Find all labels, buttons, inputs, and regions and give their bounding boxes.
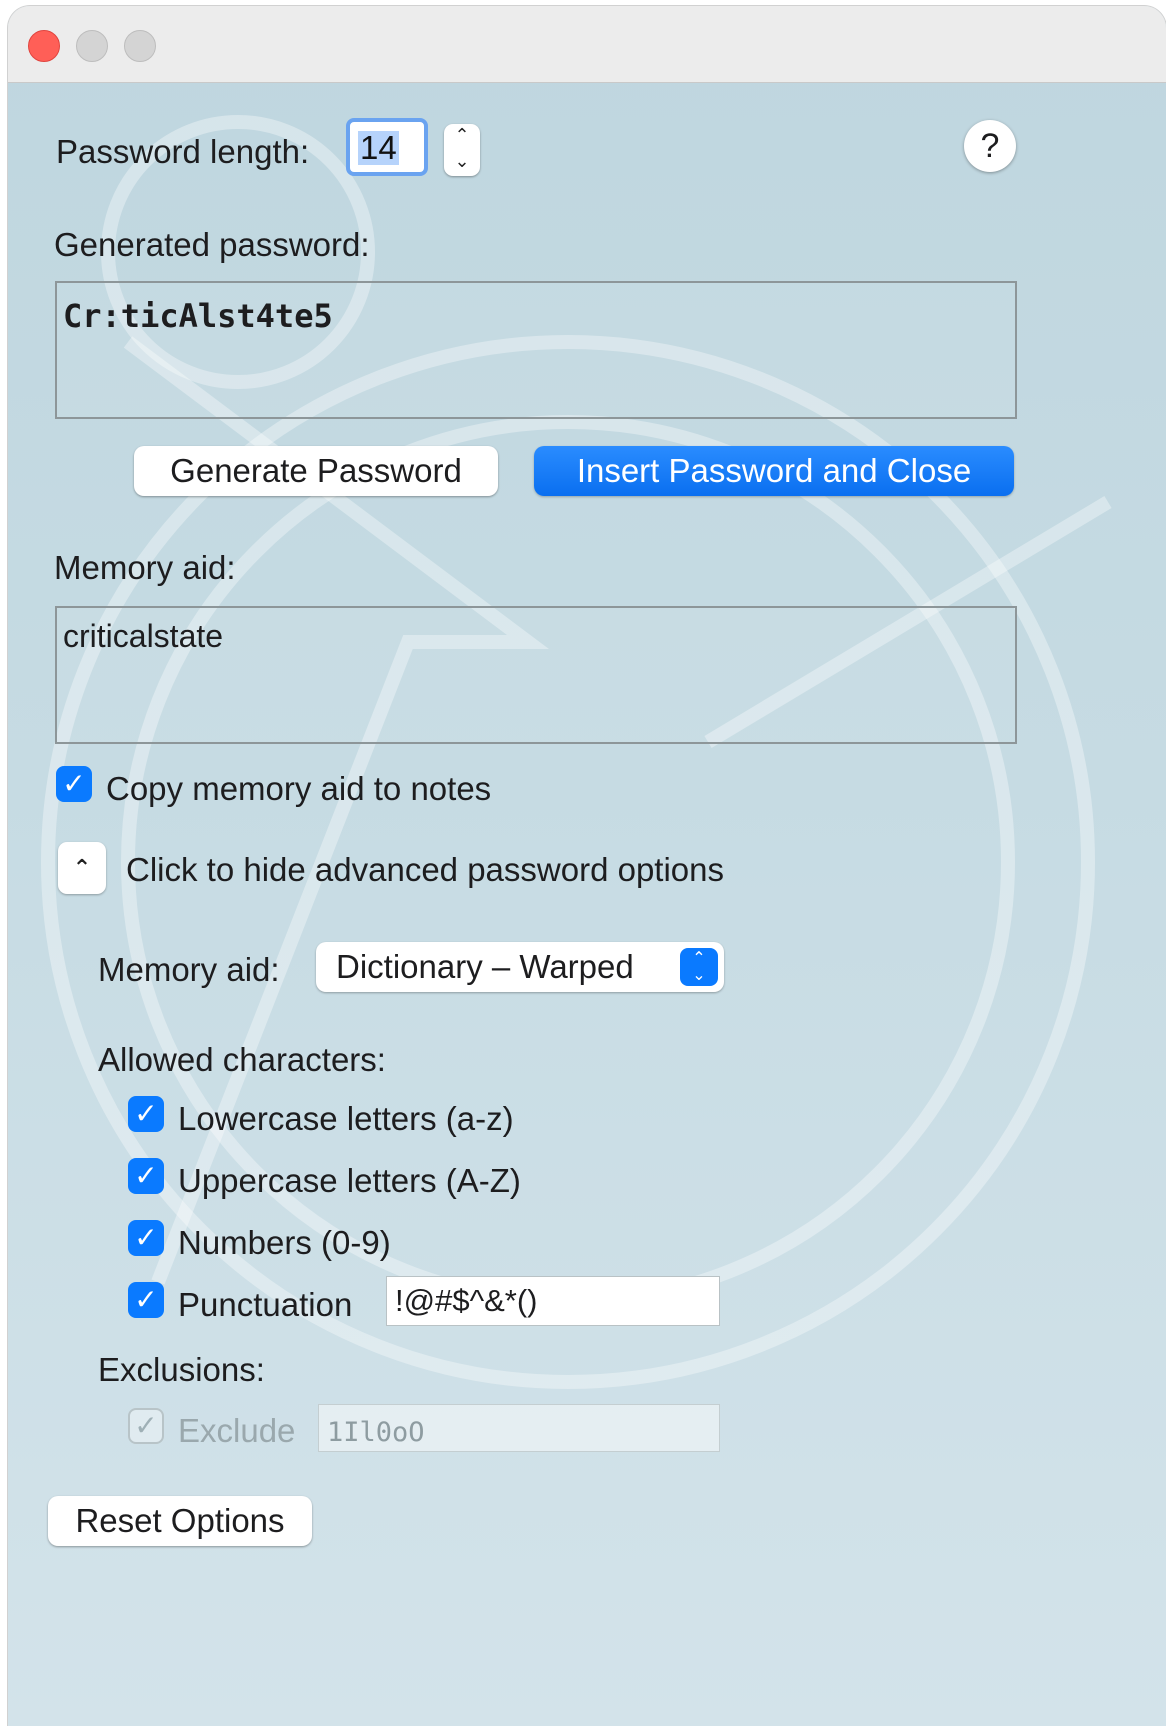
lowercase-checkbox[interactable]: ✓: [128, 1096, 164, 1132]
punctuation-label[interactable]: Punctuation: [178, 1286, 352, 1324]
copy-memory-aid-label[interactable]: Copy memory aid to notes: [106, 770, 491, 808]
uppercase-checkbox[interactable]: ✓: [128, 1158, 164, 1194]
title-bar: [8, 6, 1166, 83]
allowed-characters-label: Allowed characters:: [98, 1041, 386, 1078]
help-button[interactable]: ?: [964, 120, 1016, 172]
punctuation-input[interactable]: !@#$^&*(): [386, 1276, 720, 1326]
checkmark-icon: ✓: [134, 1160, 158, 1191]
memory-aid-type-value: Dictionary – Warped: [336, 948, 634, 985]
memory-aid-label: Memory aid:: [54, 549, 236, 586]
minimize-window-button[interactable]: [76, 30, 108, 62]
memory-aid-type-label: Memory aid:: [98, 951, 280, 988]
password-length-label: Password length:: [56, 133, 310, 170]
popup-arrows-icon: ⌃ ⌄: [680, 948, 718, 986]
password-generator-window: Password length: 14 ⌃ ⌄ ? Generated pass…: [8, 6, 1166, 1726]
generated-password-value: Cr:ticAlst4te5: [63, 297, 333, 335]
stepper-down-icon[interactable]: ⌄: [444, 150, 480, 176]
checkmark-icon: ✓: [134, 1098, 158, 1129]
exclude-label: Exclude: [178, 1412, 296, 1449]
insert-password-and-close-button[interactable]: Insert Password and Close: [534, 446, 1014, 496]
memory-aid-field[interactable]: criticalstate: [55, 606, 1017, 744]
chevron-up-icon: ⌃: [72, 855, 92, 880]
checkmark-icon: ✓: [134, 1222, 158, 1253]
reset-options-button[interactable]: Reset Options: [48, 1496, 312, 1546]
password-length-input[interactable]: 14: [346, 118, 428, 176]
close-window-button[interactable]: [28, 30, 60, 62]
copy-memory-aid-checkbox[interactable]: ✓: [56, 766, 92, 802]
generated-password-field[interactable]: Cr:ticAlst4te5: [55, 281, 1017, 419]
numbers-checkbox[interactable]: ✓: [128, 1220, 164, 1256]
checkmark-icon: ✓: [134, 1284, 158, 1315]
checkmark-icon: ✓: [134, 1410, 158, 1441]
password-length-value: 14: [358, 129, 399, 166]
password-length-stepper[interactable]: ⌃ ⌄: [444, 124, 480, 176]
uppercase-label[interactable]: Uppercase letters (A-Z): [178, 1162, 521, 1200]
generate-password-button[interactable]: Generate Password: [134, 446, 498, 496]
numbers-label[interactable]: Numbers (0-9): [178, 1224, 391, 1262]
memory-aid-value: criticalstate: [63, 618, 224, 654]
punctuation-checkbox[interactable]: ✓: [128, 1282, 164, 1318]
memory-aid-type-popup[interactable]: Dictionary – Warped ⌃ ⌄: [316, 942, 724, 992]
advanced-options-toggle-label[interactable]: Click to hide advanced password options: [126, 851, 724, 889]
exclude-checkbox[interactable]: ✓: [128, 1408, 164, 1444]
stepper-up-icon[interactable]: ⌃: [444, 124, 480, 150]
exclude-characters-input[interactable]: 1Il0oO: [318, 1404, 720, 1452]
advanced-options-toggle-button[interactable]: ⌃: [58, 842, 106, 894]
generated-password-label: Generated password:: [54, 226, 370, 263]
checkmark-icon: ✓: [62, 768, 86, 799]
lowercase-label[interactable]: Lowercase letters (a-z): [178, 1100, 514, 1138]
exclusions-label: Exclusions:: [98, 1351, 265, 1388]
zoom-window-button[interactable]: [124, 30, 156, 62]
